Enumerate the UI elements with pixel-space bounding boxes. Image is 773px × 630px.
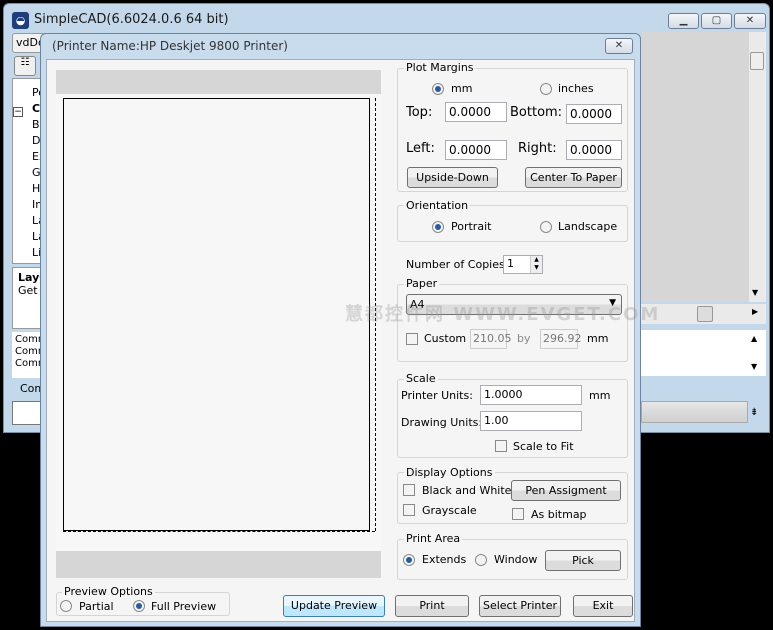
- unit-inches-radio[interactable]: [540, 83, 552, 95]
- collapse-icon[interactable]: −: [13, 107, 23, 117]
- exit-button[interactable]: Exit: [573, 595, 633, 617]
- extends-radio[interactable]: [403, 554, 415, 566]
- watermark: 慧都控件网 WWW.EVGET.COM: [345, 304, 661, 325]
- custom-label: Custom: [424, 332, 467, 345]
- pen-assignment-button[interactable]: Pen Assigment: [511, 480, 621, 501]
- printer-units-label: Printer Units:: [401, 389, 473, 402]
- custom-checkbox[interactable]: [406, 333, 418, 345]
- right-label: Right:: [518, 141, 557, 156]
- minimize-button[interactable]: ▁: [668, 13, 699, 29]
- copies-spinner[interactable]: 1 ▲ ▼: [503, 255, 543, 274]
- app-title: SimpleCAD(6.6024.0.6 64 bit): [34, 12, 229, 27]
- printer-units-input[interactable]: 1.0000: [480, 385, 582, 405]
- status-bar-field: [641, 401, 748, 423]
- plot-margins-label: Plot Margins: [404, 61, 476, 74]
- grayscale-checkbox[interactable]: [403, 504, 415, 516]
- portrait-radio[interactable]: [432, 221, 444, 233]
- portrait-label: Portrait: [451, 220, 492, 233]
- landscape-label: Landscape: [558, 220, 618, 233]
- black-white-label: Black and White: [422, 484, 512, 497]
- print-button[interactable]: Print: [395, 595, 469, 617]
- orientation-label: Orientation: [404, 199, 471, 212]
- spinner-arrows-icon[interactable]: ▲ ▼: [530, 256, 542, 273]
- window-label: Window: [494, 553, 538, 566]
- command-output: ▲ ▼: [641, 330, 766, 376]
- extends-label: Extends: [422, 553, 467, 566]
- select-printer-button[interactable]: Select Printer: [479, 595, 561, 617]
- unit-inches-label: inches: [558, 82, 594, 95]
- drawing-units-input[interactable]: 1.00: [480, 411, 582, 431]
- black-white-checkbox[interactable]: [403, 484, 415, 496]
- custom-height-input[interactable]: 296.92: [540, 329, 582, 349]
- partial-radio[interactable]: [60, 600, 72, 612]
- left-margin-input[interactable]: 0.0000: [445, 140, 507, 160]
- print-area-label: Print Area: [404, 532, 463, 545]
- full-preview-radio[interactable]: [133, 600, 145, 612]
- copies-label: Number of Copies :: [406, 258, 512, 271]
- by-label: by: [517, 332, 531, 345]
- drawing-units-label: Drawing Units:: [401, 416, 483, 429]
- dialog-close-button[interactable]: ✕: [605, 38, 633, 54]
- top-label: Top:: [406, 105, 433, 120]
- grayscale-label: Grayscale: [422, 504, 477, 517]
- custom-width-input[interactable]: 210.05: [470, 329, 512, 349]
- dialog-title: (Printer Name:HP Deskjet 9800 Printer): [52, 39, 288, 53]
- scale-to-fit-label: Scale to Fit: [513, 440, 574, 453]
- scale-label: Scale: [404, 372, 438, 385]
- scale-to-fit-checkbox[interactable]: [495, 440, 507, 452]
- right-margin-input[interactable]: 0.0000: [566, 140, 622, 160]
- paper-unit-label: mm: [587, 332, 609, 345]
- upside-down-button[interactable]: Upside-Down: [407, 167, 498, 188]
- categorized-view-icon[interactable]: ☷: [14, 56, 36, 76]
- drawing-area[interactable]: [641, 32, 749, 302]
- pick-button[interactable]: Pick: [545, 550, 621, 571]
- window-radio[interactable]: [475, 554, 487, 566]
- printable-area: [63, 98, 370, 531]
- update-preview-button[interactable]: Update Preview: [283, 595, 385, 617]
- copies-value: 1: [507, 257, 514, 270]
- center-to-paper-button[interactable]: Center To Paper: [525, 167, 622, 188]
- unit-mm-radio[interactable]: [432, 83, 444, 95]
- bottom-label: Bottom:: [510, 105, 563, 120]
- left-label: Left:: [406, 141, 435, 156]
- scale-unit-label: mm: [589, 389, 611, 402]
- dropdown-icon[interactable]: ⇟: [750, 407, 758, 418]
- preview-options-label: Preview Options: [62, 585, 155, 598]
- unit-mm-label: mm: [451, 82, 473, 95]
- full-preview-label: Full Preview: [151, 600, 217, 613]
- maximize-button[interactable]: ▢: [701, 13, 732, 29]
- partial-label: Partial: [79, 600, 114, 613]
- bottom-margin-input[interactable]: 0.0000: [566, 104, 622, 124]
- close-button[interactable]: ✕: [734, 13, 766, 29]
- app-logo-icon: ◒: [12, 12, 29, 29]
- paper-edge-bottom: [63, 531, 375, 532]
- vertical-scrollbar[interactable]: ▼: [749, 32, 766, 302]
- paper-label: Paper: [404, 277, 440, 290]
- display-options-label: Display Options: [404, 466, 495, 479]
- landscape-radio[interactable]: [540, 221, 552, 233]
- as-bitmap-label: As bitmap: [531, 508, 587, 521]
- as-bitmap-checkbox[interactable]: [512, 508, 524, 520]
- top-margin-input[interactable]: 0.0000: [445, 102, 507, 122]
